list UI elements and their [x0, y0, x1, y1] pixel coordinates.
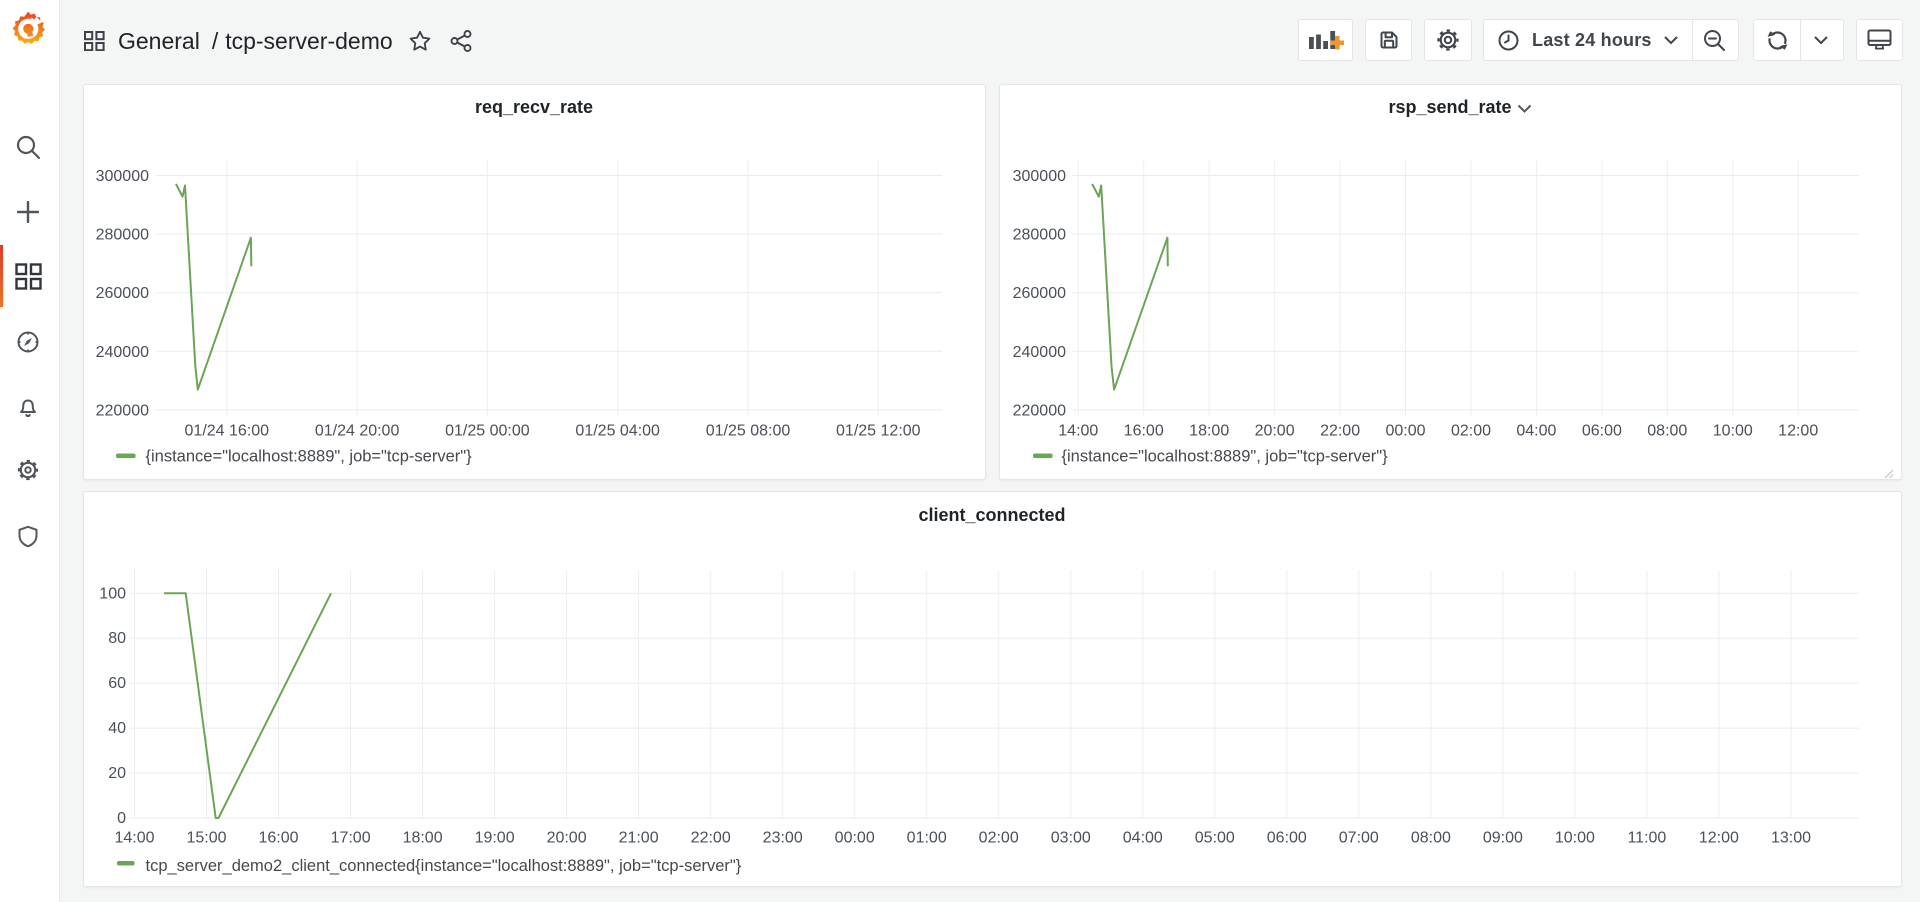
- svg-text:01/25 00:00: 01/25 00:00: [445, 423, 530, 440]
- svg-text:240000: 240000: [96, 344, 149, 361]
- svg-text:10:00: 10:00: [1713, 423, 1753, 440]
- svg-text:240000: 240000: [1013, 344, 1066, 361]
- svg-text:01/24 16:00: 01/24 16:00: [185, 423, 270, 440]
- svg-text:15:00: 15:00: [186, 830, 226, 847]
- svg-text:14:00: 14:00: [1058, 423, 1098, 440]
- svg-text:20:00: 20:00: [1255, 423, 1295, 440]
- svg-text:01/25 08:00: 01/25 08:00: [706, 423, 791, 440]
- svg-text:19:00: 19:00: [475, 830, 515, 847]
- svg-text:60: 60: [108, 675, 126, 692]
- svg-text:{instance="localhost:8889", jo: {instance="localhost:8889", job="tcp-ser…: [146, 448, 473, 466]
- svg-text:17:00: 17:00: [331, 830, 371, 847]
- svg-text:280000: 280000: [1013, 227, 1066, 244]
- svg-text:18:00: 18:00: [1189, 423, 1229, 440]
- svg-text:02:00: 02:00: [979, 830, 1019, 847]
- svg-text:13:00: 13:00: [1771, 830, 1811, 847]
- svg-text:03:00: 03:00: [1051, 830, 1091, 847]
- svg-text:22:00: 22:00: [691, 830, 731, 847]
- svg-text:02:00: 02:00: [1451, 423, 1491, 440]
- svg-text:01:00: 01:00: [907, 830, 947, 847]
- svg-text:40: 40: [108, 720, 126, 737]
- svg-text:100: 100: [99, 585, 126, 602]
- svg-text:12:00: 12:00: [1699, 830, 1739, 847]
- svg-text:21:00: 21:00: [619, 830, 659, 847]
- svg-text:20:00: 20:00: [547, 830, 587, 847]
- svg-text:{instance="localhost:8889", jo: {instance="localhost:8889", job="tcp-ser…: [1062, 448, 1389, 466]
- svg-text:01/25 12:00: 01/25 12:00: [836, 423, 921, 440]
- svg-text:04:00: 04:00: [1516, 423, 1556, 440]
- svg-text:08:00: 08:00: [1411, 830, 1451, 847]
- svg-text:14:00: 14:00: [114, 830, 154, 847]
- svg-text:client_connected: client_connected: [918, 505, 1065, 525]
- svg-text:280000: 280000: [96, 227, 149, 244]
- svg-text:07:00: 07:00: [1339, 830, 1379, 847]
- svg-text:300000: 300000: [1013, 168, 1066, 185]
- svg-text:20: 20: [108, 765, 126, 782]
- svg-text:tcp_server_demo2_client_connec: tcp_server_demo2_client_connected{instan…: [146, 857, 742, 875]
- svg-text:16:00: 16:00: [258, 830, 298, 847]
- svg-text:06:00: 06:00: [1267, 830, 1307, 847]
- svg-text:80: 80: [108, 630, 126, 647]
- svg-text:00:00: 00:00: [1385, 423, 1425, 440]
- svg-text:10:00: 10:00: [1555, 830, 1595, 847]
- svg-text:09:00: 09:00: [1483, 830, 1523, 847]
- svg-text:05:00: 05:00: [1195, 830, 1235, 847]
- svg-text:260000: 260000: [1013, 285, 1066, 302]
- svg-text:260000: 260000: [96, 285, 149, 302]
- svg-text:220000: 220000: [1013, 402, 1066, 419]
- svg-text:23:00: 23:00: [763, 830, 803, 847]
- svg-text:0: 0: [117, 810, 126, 827]
- svg-text:06:00: 06:00: [1582, 423, 1622, 440]
- svg-text:12:00: 12:00: [1778, 423, 1818, 440]
- svg-text:01/24 20:00: 01/24 20:00: [315, 423, 400, 440]
- svg-text:04:00: 04:00: [1123, 830, 1163, 847]
- svg-text:16:00: 16:00: [1124, 423, 1164, 440]
- svg-text:01/25 04:00: 01/25 04:00: [575, 423, 660, 440]
- svg-text:req_recv_rate: req_recv_rate: [475, 97, 593, 117]
- svg-text:rsp_send_rate: rsp_send_rate: [1388, 97, 1511, 117]
- svg-text:300000: 300000: [96, 168, 149, 185]
- svg-text:08:00: 08:00: [1647, 423, 1687, 440]
- svg-text:00:00: 00:00: [835, 830, 875, 847]
- svg-text:220000: 220000: [96, 402, 149, 419]
- svg-text:11:00: 11:00: [1627, 830, 1666, 847]
- svg-text:22:00: 22:00: [1320, 423, 1360, 440]
- svg-text:18:00: 18:00: [403, 830, 443, 847]
